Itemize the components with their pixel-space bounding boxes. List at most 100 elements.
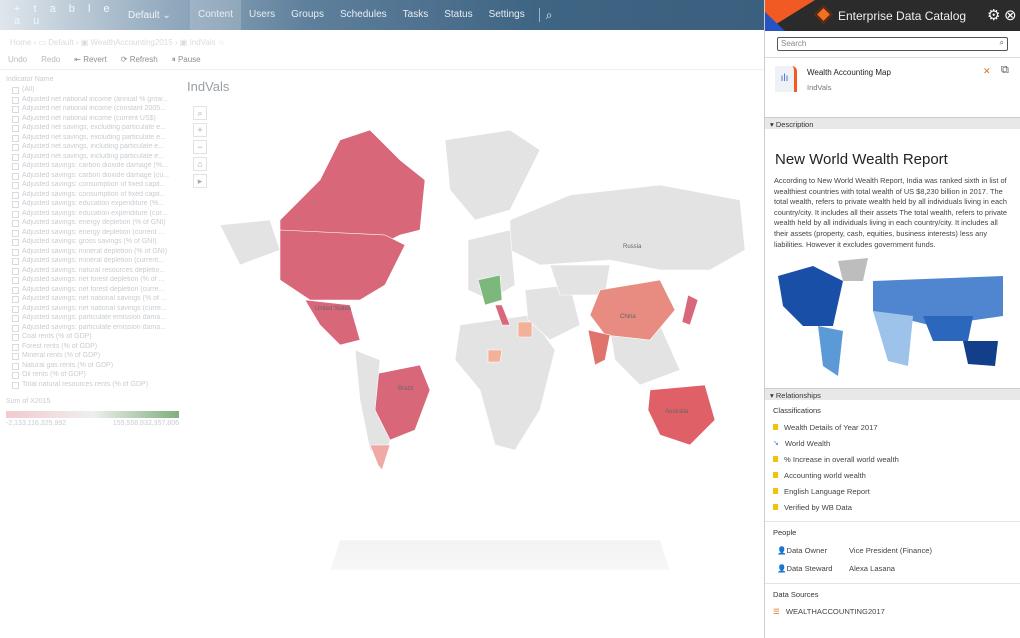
checkbox[interactable] (12, 305, 19, 313)
nav-schedules[interactable]: Schedules (332, 0, 395, 30)
nav-groups[interactable]: Groups (283, 0, 332, 30)
nav-users[interactable]: Users (241, 0, 283, 30)
search-icon[interactable]: ⌕ (546, 8, 553, 23)
classification-item[interactable]: Verified by WB Data (765, 499, 1020, 515)
classification-item[interactable]: % Increase in overall world wealth (765, 451, 1020, 467)
nav-settings[interactable]: Settings (481, 0, 533, 30)
person-name[interactable]: Vice President (Finance) (849, 546, 932, 555)
world-map[interactable]: Russia United States Brazil China Austra… (210, 100, 758, 580)
site-selector[interactable]: Default ⌄ (128, 10, 190, 21)
filter-item[interactable]: Adjusted savings: net national savings (… (6, 305, 179, 315)
pause-button[interactable]: ⏸ Pause (172, 55, 201, 66)
checkbox[interactable] (12, 248, 19, 256)
filter-item[interactable]: Total natural resources rents (% of GDP) (6, 381, 179, 391)
filter-item[interactable]: Adjusted savings: mineral depletion (cur… (6, 257, 179, 267)
checkbox[interactable] (12, 191, 19, 199)
nav-content[interactable]: Content (190, 0, 242, 30)
home-button[interactable]: ⌂ (193, 157, 207, 171)
description-section-header[interactable]: ▾ Description (765, 117, 1020, 129)
zoom-out-button[interactable]: − (193, 140, 207, 154)
filter-item[interactable]: Adjusted savings: mineral depletion (% o… (6, 248, 179, 258)
checkbox[interactable] (12, 362, 19, 370)
filter-item[interactable]: Natural gas rents (% of GDP) (6, 362, 179, 372)
nav-tasks[interactable]: Tasks (395, 0, 437, 30)
filter-item[interactable]: Adjusted savings: particulate emission d… (6, 314, 179, 324)
filter-item[interactable]: Adjusted savings: gross savings (% of GN… (6, 238, 179, 248)
filter-item[interactable]: Adjusted net savings, including particul… (6, 143, 179, 153)
checkbox[interactable] (12, 134, 19, 142)
checkbox[interactable] (12, 115, 19, 123)
lineage-icon[interactable]: ✕ (983, 66, 991, 77)
refresh-button[interactable]: ⟳ Refresh (121, 55, 158, 66)
checkbox[interactable] (12, 296, 19, 303)
nav-status[interactable]: Status (436, 0, 480, 30)
crumb-project[interactable]: Default (48, 38, 73, 47)
filter-item[interactable]: Adjusted savings: energy depletion (curr… (6, 229, 179, 239)
data-source-item[interactable]: ☰ WEALTHACCOUNTING2017 (765, 603, 1020, 619)
filter-item[interactable]: Forest rents (% of GDP) (6, 343, 179, 353)
checkbox[interactable] (12, 239, 19, 246)
filter-item[interactable]: Adjusted net national income (constant 2… (6, 105, 179, 115)
checkbox[interactable] (12, 210, 19, 218)
checkbox[interactable] (12, 87, 19, 94)
filter-item[interactable]: Adjusted net savings, including particul… (6, 153, 179, 163)
filter-item[interactable]: Adjusted savings: natural resources depl… (6, 267, 179, 277)
checkbox[interactable] (12, 96, 19, 104)
open-external-icon[interactable]: ⧉ (1001, 64, 1009, 77)
classification-item[interactable]: ↘ World Wealth (765, 435, 1020, 451)
classification-item[interactable]: Accounting world wealth (765, 467, 1020, 483)
redo-button[interactable]: Redo (41, 55, 60, 66)
revert-button[interactable]: ⇤ Revert (74, 55, 107, 66)
undo-button[interactable]: Undo (8, 55, 27, 66)
filter-item[interactable]: Adjusted savings: particulate emission d… (6, 324, 179, 334)
crumb-home[interactable]: Home (10, 38, 31, 47)
checkbox[interactable] (12, 125, 19, 132)
filter-item[interactable]: Adjusted savings: carbon dioxide damage … (6, 162, 179, 172)
asset-name[interactable]: Wealth Accounting Map (807, 68, 891, 77)
filter-item[interactable]: (All) (6, 86, 179, 96)
checkbox[interactable] (12, 324, 19, 332)
relationships-section-header[interactable]: ▾ Relationships (765, 388, 1020, 401)
filter-item[interactable]: Adjusted savings: education expenditure … (6, 200, 179, 210)
checkbox[interactable] (12, 163, 19, 170)
checkbox[interactable] (12, 106, 19, 113)
checkbox[interactable] (12, 381, 19, 389)
checkbox[interactable] (12, 343, 19, 351)
filter-item[interactable]: Oil rents (% of GDP) (6, 371, 179, 381)
filter-item[interactable]: Adjusted net national income (current US… (6, 115, 179, 125)
checkbox[interactable] (12, 315, 19, 322)
filter-item[interactable]: Adjusted savings: net forest depletion (… (6, 286, 179, 296)
filter-item[interactable]: Adjusted savings: carbon dioxide damage … (6, 172, 179, 182)
classification-item[interactable]: English Language Report (765, 483, 1020, 499)
filter-item[interactable]: Adjusted net savings, excluding particul… (6, 134, 179, 144)
checkbox[interactable] (12, 334, 19, 341)
checkbox[interactable] (12, 229, 19, 237)
checkbox[interactable] (12, 201, 19, 208)
filter-item[interactable]: Adjusted savings: net forest depletion (… (6, 276, 179, 286)
checkbox[interactable] (12, 144, 19, 151)
filter-item[interactable]: Adjusted savings: energy depletion (% of… (6, 219, 179, 229)
filter-item[interactable]: Adjusted net national income (annual % g… (6, 96, 179, 106)
catalog-search-input[interactable]: Search ⌕ (777, 37, 1008, 51)
filter-item[interactable]: Adjusted savings: education expenditure … (6, 210, 179, 220)
filter-item[interactable]: Mineral rents (% of GDP) (6, 352, 179, 362)
filter-item[interactable]: Adjusted savings: consumption of fixed c… (6, 191, 179, 201)
filter-item[interactable]: Adjusted net savings, excluding particul… (6, 124, 179, 134)
search-icon[interactable]: ⌕ (1000, 38, 1004, 48)
classification-item[interactable]: Wealth Details of Year 2017 (765, 419, 1020, 435)
crumb-workbook[interactable]: WealthAccounting2015 (91, 38, 173, 47)
close-icon[interactable]: ⊗ (1004, 6, 1017, 24)
filter-item[interactable]: Adjusted savings: consumption of fixed c… (6, 181, 179, 191)
checkbox[interactable] (12, 353, 19, 360)
checkbox[interactable] (12, 153, 19, 161)
checkbox[interactable] (12, 172, 19, 180)
checkbox[interactable] (12, 372, 19, 379)
filter-item[interactable]: Coal rents (% of GDP) (6, 333, 179, 343)
tableau-logo[interactable]: + t a b l e a u (0, 3, 120, 27)
person-name[interactable]: Alexa Lasana (849, 564, 895, 573)
map-search-button[interactable]: ⌕ (193, 106, 207, 120)
checkbox[interactable] (12, 286, 19, 294)
favorite-star-icon[interactable]: ☆ (218, 38, 225, 47)
filter-item[interactable]: Adjusted savings: net national savings (… (6, 295, 179, 305)
gear-icon[interactable]: ⚙ (987, 6, 1000, 24)
